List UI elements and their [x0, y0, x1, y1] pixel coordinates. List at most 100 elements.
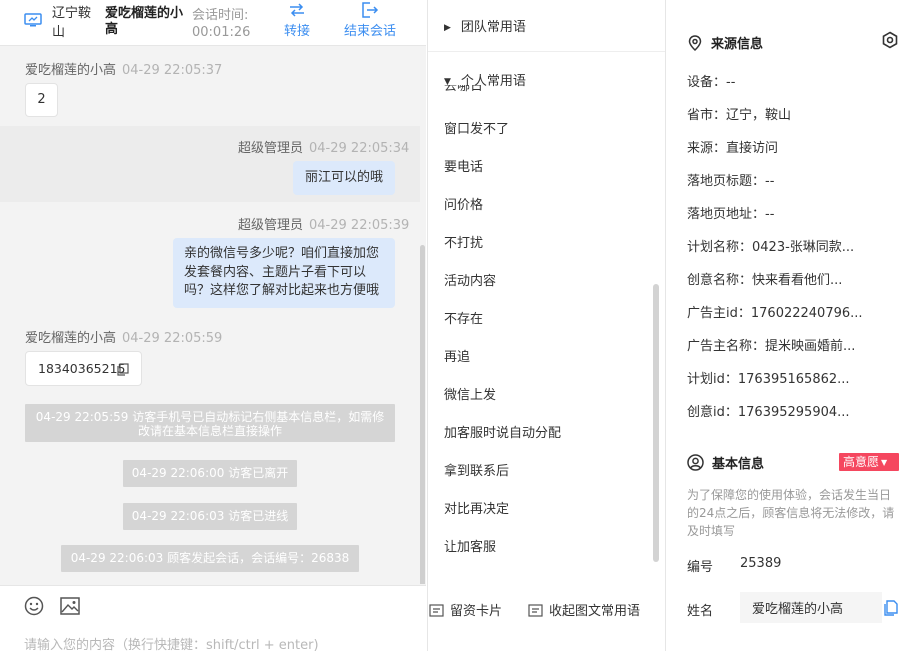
phrases-footer: 留资卡片 收起图文常用语: [428, 584, 665, 651]
phrase-item[interactable]: 窗口发不了: [444, 118, 509, 137]
phrase-item[interactable]: 拿到联系后: [444, 460, 509, 479]
source-row-advertiser-id: 广告主id：176022240796...: [687, 302, 887, 321]
row-value: --: [765, 174, 775, 189]
intent-badge[interactable]: 高意愿 ▼: [839, 453, 899, 471]
system-message: 04-29 22:06:03 顾客发起会话，会话编号：26838: [61, 545, 359, 572]
session-time-label: 会话时间:: [192, 8, 249, 23]
visitor-location: 辽宁鞍山: [52, 6, 92, 40]
visitor-name: 爱吃榴莲的小高: [105, 6, 184, 37]
message-sender: 超级管理员: [238, 141, 304, 156]
row-value: 快来看看他们...: [752, 273, 843, 288]
user-circle-icon: [687, 454, 704, 471]
visitor-message-bubble: 18340365215: [25, 351, 142, 386]
card-icon: [429, 604, 444, 617]
phrase-item[interactable]: 对比再决定: [444, 498, 509, 517]
message-meta: 超级管理员 04-29 22:05:34: [238, 137, 409, 156]
transfer-label: 转接: [284, 24, 311, 39]
row-label: 落地页地址：: [687, 207, 766, 222]
customer-info-panel: 来源信息 设备：-- 省市：辽宁，鞍山 来源：直接访问 落地页标题：-- 落地页…: [667, 0, 916, 651]
row-label: 落地页标题：: [687, 174, 766, 189]
message-sender: 爱吃榴莲的小高: [25, 63, 117, 78]
system-message: 04-29 22:06:00 访客已离开: [123, 460, 297, 487]
name-label: 姓名: [687, 604, 714, 619]
collapse-phrases-button[interactable]: 收起图文常用语: [528, 600, 640, 619]
row-value: 辽宁，鞍山: [726, 108, 792, 123]
emoji-icon[interactable]: [24, 596, 44, 616]
phrase-item-clipped[interactable]: 去哪日: [444, 85, 504, 95]
row-label: 计划名称：: [687, 240, 753, 255]
name-field[interactable]: [740, 592, 882, 623]
row-label: 设备：: [687, 75, 727, 90]
row-label: 计划id：: [687, 372, 738, 387]
chat-input-area: 请输入您的内容（换行快捷键：shift/ctrl + enter): [0, 585, 426, 651]
row-label: 广告主名称：: [687, 339, 766, 354]
row-label: 广告主id：: [687, 306, 751, 321]
phrase-item[interactable]: 活动内容: [444, 270, 496, 289]
message-time: 04-29 22:05:59: [122, 331, 223, 346]
phrase-item[interactable]: 要电话: [444, 156, 483, 175]
phrase-item[interactable]: 微信上发: [444, 384, 496, 403]
source-row-device: 设备：--: [687, 71, 887, 90]
visitor-message-bubble: 2: [25, 83, 58, 117]
phrases-panel: ▶ 团队常用语 ▼ 个人常用语 去哪日 窗口发不了 要电话 问价格 不打扰 活动内容…: [427, 0, 666, 651]
copy-icon[interactable]: [884, 600, 898, 616]
source-row-landing-title: 落地页标题：--: [687, 170, 887, 189]
edit-notice: 为了保障您的使用体验，会话发生当日的24点之后，顾客信息将无法修改，请及时填写: [687, 488, 895, 538]
end-session-button[interactable]: 结束会话: [344, 2, 396, 39]
phone-number: 18340365215: [38, 361, 126, 376]
system-message: 04-29 22:05:59 访客手机号已自动标记右侧基本信息栏，如需修改请在基…: [25, 404, 395, 442]
phrase-item[interactable]: 问价格: [444, 194, 483, 213]
image-icon[interactable]: [60, 597, 80, 615]
source-row-plan-name: 计划名称：0423-张琳同款...: [687, 236, 887, 255]
chat-panel: 辽宁鞍山 爱吃榴莲的小高 会话时间: 00:01:26 转接 结束会话 爱吃榴莲…: [0, 0, 426, 651]
source-row-landing-url: 落地页地址：--: [687, 203, 887, 222]
phrase-item[interactable]: 加客服时说自动分配: [444, 422, 561, 441]
exit-icon: [362, 2, 379, 18]
lead-card-label: 留资卡片: [450, 604, 503, 619]
copy-icon[interactable]: [117, 363, 129, 376]
chat-header: 辽宁鞍山 爱吃榴莲的小高 会话时间: 00:01:26 转接 结束会话: [0, 0, 426, 46]
caret-right-icon: ▶: [444, 23, 451, 33]
chat-scrollbar[interactable]: [420, 245, 425, 584]
caret-down-icon: ▼: [881, 458, 888, 467]
phrase-item[interactable]: 让加客服: [444, 536, 496, 555]
chat-workspace: 辽宁鞍山 爱吃榴莲的小高 会话时间: 00:01:26 转接 结束会话 爱吃榴莲…: [0, 0, 916, 651]
message-meta: 超级管理员 04-29 22:05:39: [238, 214, 409, 233]
phrase-item[interactable]: 不存在: [444, 308, 483, 327]
row-value: 0423-张琳同款...: [752, 240, 855, 255]
basic-info-title: 基本信息: [687, 453, 764, 472]
source-row-creative-name: 创意名称：快来看看他们...: [687, 269, 887, 288]
source-info-label: 来源信息: [711, 37, 764, 52]
phrase-item[interactable]: 再追: [444, 346, 470, 365]
row-label: 来源：: [687, 141, 727, 156]
team-phrases-group[interactable]: ▶ 团队常用语: [444, 16, 526, 35]
message-time: 04-29 22:05:34: [309, 141, 410, 156]
end-session-label: 结束会话: [344, 24, 397, 39]
row-value: 176022240796...: [750, 306, 863, 321]
row-value: --: [765, 207, 775, 222]
settings-icon[interactable]: [881, 31, 899, 49]
source-row-advertiser-name: 广告主名称：提米映画婚前...: [687, 335, 887, 354]
message-list[interactable]: 爱吃榴莲的小高 04-29 22:05:37 2 超级管理员 04-29 22:05…: [0, 47, 426, 584]
system-message: 04-29 22:06:03 访客已进线: [123, 503, 297, 530]
divider: [428, 51, 665, 52]
collapse-phrases-label: 收起图文常用语: [549, 604, 641, 619]
number-label: 编号: [687, 560, 714, 575]
monitor-icon: [24, 13, 42, 27]
source-row-source: 来源：直接访问: [687, 137, 887, 156]
phrases-scrollbar[interactable]: [653, 284, 659, 562]
team-phrases-label: 团队常用语: [460, 20, 526, 35]
message-input[interactable]: 请输入您的内容（换行快捷键：shift/ctrl + enter): [24, 634, 319, 651]
card-icon: [528, 604, 543, 617]
source-row-plan-id: 计划id：176395165862...: [687, 368, 887, 387]
message-sender: 超级管理员: [238, 218, 304, 233]
message-time: 04-29 22:05:37: [122, 63, 223, 78]
agent-message-bubble: 丽江可以的哦: [293, 161, 395, 195]
row-label: 创意名称：: [687, 273, 753, 288]
transfer-button[interactable]: 转接: [284, 2, 310, 39]
lead-card-button[interactable]: 留资卡片: [429, 600, 502, 619]
transfer-icon: [290, 3, 304, 17]
row-value: 176395165862...: [737, 372, 850, 387]
phrase-item[interactable]: 不打扰: [444, 232, 483, 251]
session-time: 00:01:26: [192, 25, 251, 40]
